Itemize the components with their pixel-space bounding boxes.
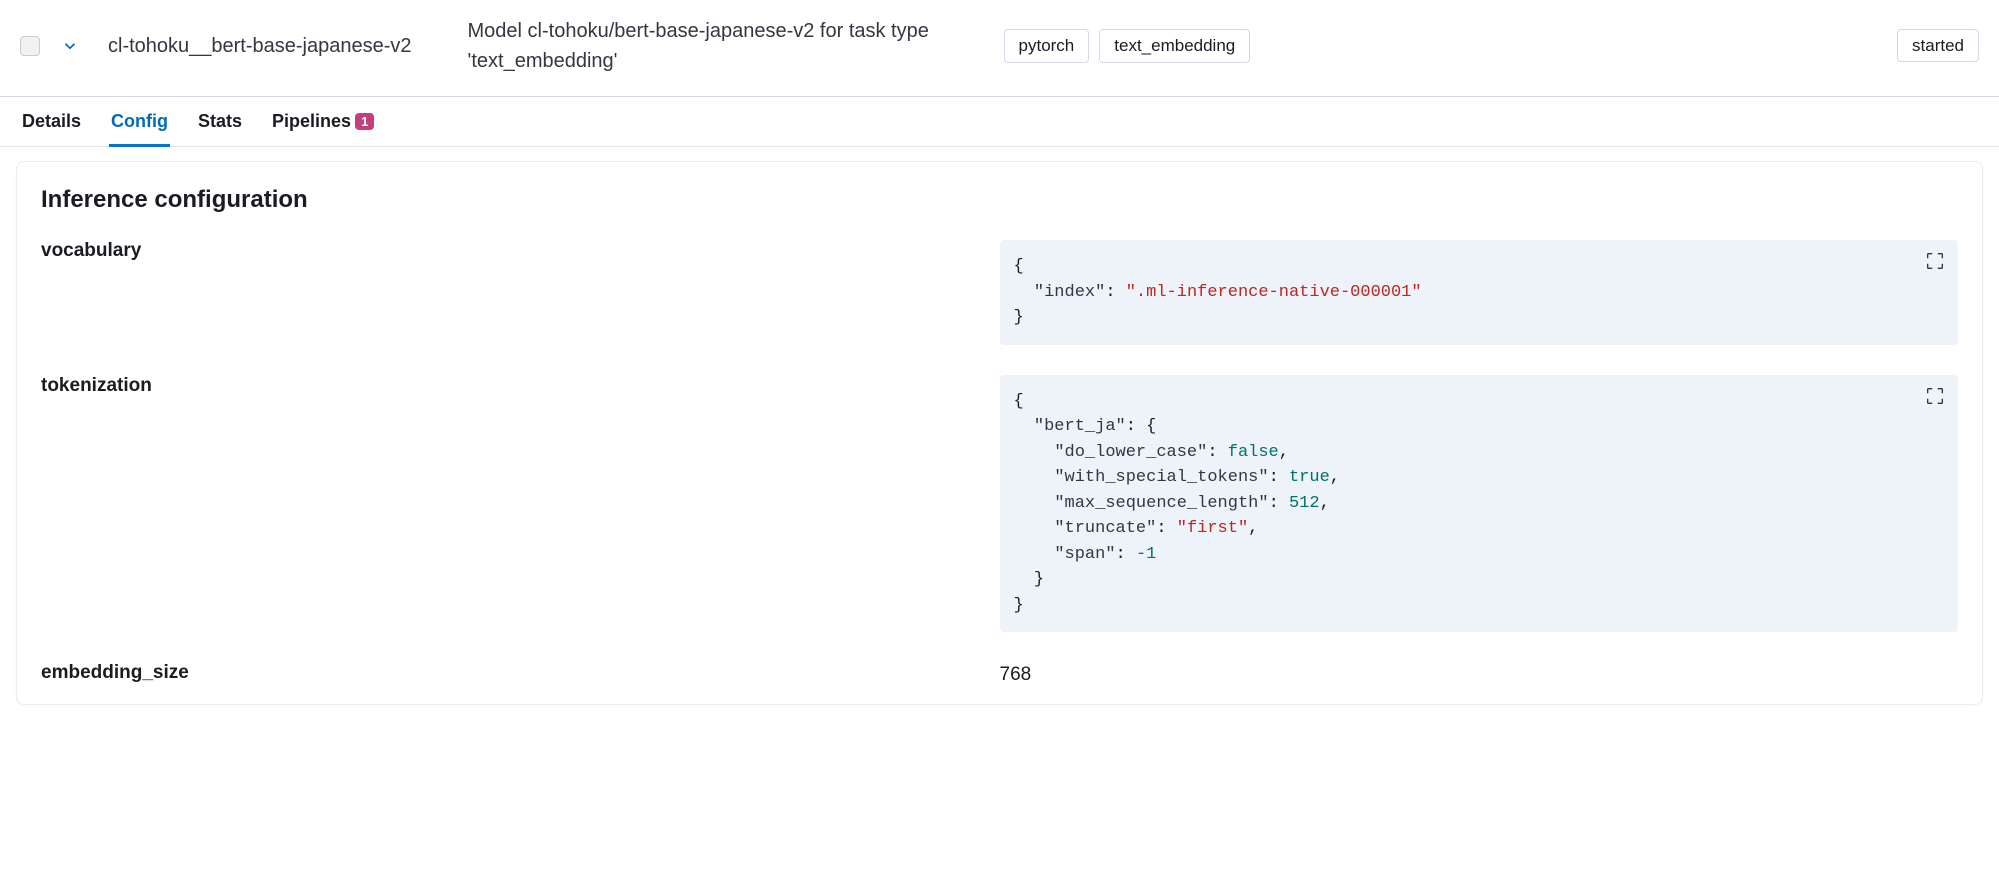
- field-label: embedding_size: [41, 662, 1000, 684]
- model-badges: pytorch text_embedding: [1004, 29, 1251, 63]
- tab-label: Pipelines: [272, 111, 351, 132]
- field-label: vocabulary: [41, 240, 1000, 262]
- tokenization-json: { "bert_ja": { "do_lower_case": false, "…: [1000, 375, 1959, 633]
- model-header-row: cl-tohoku__bert-base-japanese-v2 Model c…: [0, 0, 1999, 97]
- tab-details[interactable]: Details: [20, 97, 83, 146]
- tab-label: Stats: [198, 111, 242, 132]
- tab-pipelines[interactable]: Pipelines 1: [270, 97, 376, 146]
- tab-config[interactable]: Config: [109, 97, 170, 146]
- field-tokenization: tokenization { "bert_ja": { "do_lower_ca…: [41, 375, 1958, 633]
- tabs-bar: Details Config Stats Pipelines 1: [0, 97, 1999, 147]
- expand-toggle[interactable]: [56, 37, 84, 55]
- select-checkbox[interactable]: [20, 36, 40, 56]
- fullscreen-icon: [1924, 250, 1946, 272]
- status-badge: started: [1897, 29, 1979, 62]
- field-label: tokenization: [41, 375, 1000, 397]
- panel-title: Inference configuration: [41, 186, 1958, 214]
- tab-label: Details: [22, 111, 81, 132]
- model-description: Model cl-tohoku/bert-base-japanese-v2 fo…: [468, 16, 988, 76]
- badge-framework: pytorch: [1004, 29, 1090, 63]
- expand-button[interactable]: [1924, 250, 1946, 272]
- model-name: cl-tohoku__bert-base-japanese-v2: [100, 35, 412, 58]
- vocabulary-json: { "index": ".ml-inference-native-000001"…: [1000, 240, 1959, 345]
- field-vocabulary: vocabulary { "index": ".ml-inference-nat…: [41, 240, 1958, 345]
- tab-label: Config: [111, 111, 168, 132]
- inference-config-panel: Inference configuration vocabulary { "in…: [16, 161, 1983, 705]
- tab-pipelines-count-badge: 1: [355, 113, 374, 131]
- embedding-size-value: 768: [1000, 662, 1959, 686]
- status-wrap: started: [1897, 36, 1979, 56]
- badge-task-type: text_embedding: [1099, 29, 1250, 63]
- field-embedding-size: embedding_size 768: [41, 662, 1958, 686]
- tab-stats[interactable]: Stats: [196, 97, 244, 146]
- fullscreen-icon: [1924, 385, 1946, 407]
- expand-button[interactable]: [1924, 385, 1946, 407]
- chevron-down-icon: [61, 37, 79, 55]
